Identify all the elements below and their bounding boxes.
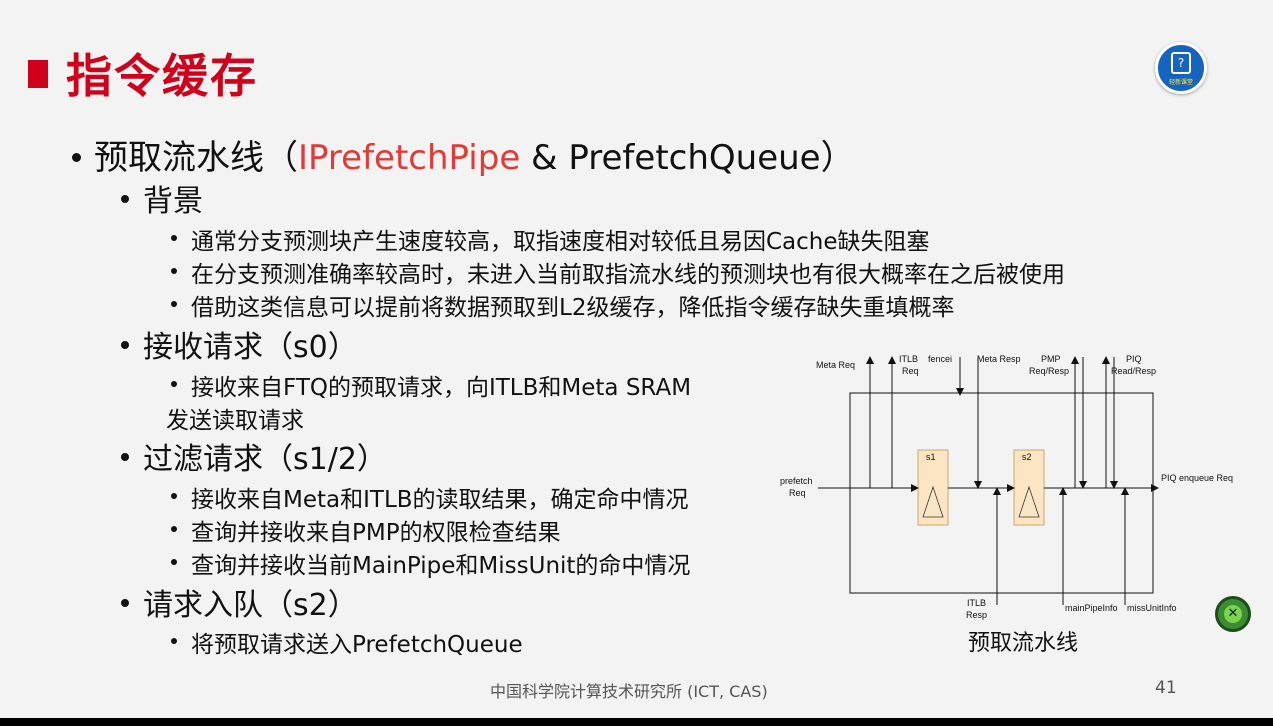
bullet-dot — [121, 453, 129, 461]
background-heading: 背景 — [143, 184, 203, 219]
edit-icon: ? — [1171, 52, 1191, 74]
receive-heading: 接收请求（s0） — [143, 330, 358, 365]
prefetch-pipeline-diagram: Meta Req ITLB Req fencei Meta Resp PMP R… — [778, 345, 1248, 620]
bullet-dot — [171, 638, 177, 644]
close-icon: ✕ — [1224, 605, 1242, 623]
label-fencei: fencei — [928, 354, 953, 364]
receive-item-line2: 发送读取请求 — [166, 408, 304, 434]
label-itlb-req-2: Req — [902, 366, 919, 376]
label-pmp-1: PMP — [1041, 354, 1061, 364]
main-bullet-highlight: IPrefetchPipe — [298, 138, 521, 178]
bullet-dot — [121, 599, 129, 607]
label-piq-2: Read/Resp — [1111, 366, 1157, 376]
slide: 指令缓存 ? 轻新课堂 预取流水线（IPrefetchPipe & Prefet… — [0, 0, 1273, 718]
bullet-dot — [171, 493, 177, 499]
bullet-dot — [171, 301, 177, 307]
label-prefetch-2: Req — [789, 488, 806, 498]
receive-item-line1: 接收来自FTQ的预取请求，向ITLB和Meta SRAM — [191, 375, 692, 401]
badge-caption: 轻新课堂 — [1168, 79, 1193, 86]
bullet-dot — [171, 268, 177, 274]
page-number: 41 — [1155, 678, 1177, 698]
label-miss-unit-info: missUnitInfo — [1127, 603, 1177, 613]
label-meta-req: Meta Req — [816, 360, 856, 370]
classroom-badge-icon[interactable]: ? 轻新课堂 — [1155, 42, 1207, 94]
label-itlb-resp-2: Resp — [966, 610, 988, 620]
enqueue-item: 将预取请求送入PrefetchQueue — [191, 632, 523, 658]
background-item: 借助这类信息可以提前将数据预取到L2级缓存，降低指令缓存缺失重填概率 — [191, 295, 955, 321]
filter-item: 查询并接收来自PMP的权限检查结果 — [191, 520, 561, 546]
close-button[interactable]: ✕ — [1215, 596, 1251, 632]
label-itlb-req-1: ITLB — [899, 354, 919, 364]
diagram-caption: 预取流水线 — [968, 631, 1079, 656]
label-pmp-2: Req/Resp — [1029, 366, 1070, 376]
label-s1: s1 — [926, 452, 936, 462]
label-piq-1: PIQ — [1126, 354, 1142, 364]
bullet-dot — [171, 526, 177, 532]
bullet-dot — [72, 153, 81, 162]
bullet-dot — [171, 235, 177, 241]
bullet-dot — [171, 559, 177, 565]
main-bullet-prefix: 预取流水线（ — [94, 138, 298, 178]
main-bullet-suffix: & PrefetchQueue） — [520, 138, 855, 178]
filter-item: 接收来自Meta和ITLB的读取结果，确定命中情况 — [191, 487, 689, 513]
label-meta-resp: Meta Resp — [977, 354, 1021, 364]
main-bullet: 预取流水线（IPrefetchPipe & PrefetchQueue） — [94, 130, 855, 179]
label-s2: s2 — [1022, 452, 1032, 462]
bullet-list: 预取流水线（IPrefetchPipe & PrefetchQueue） 背景 … — [0, 0, 1065, 660]
label-main-pipe-info: mainPipeInfo — [1065, 603, 1118, 613]
background-item: 在分支预测准确率较高时，未进入当前取指流水线的预测块也有很大概率在之后被使用 — [191, 262, 1065, 288]
bullet-dot — [121, 341, 129, 349]
label-itlb-resp-1: ITLB — [967, 598, 987, 608]
filter-item: 查询并接收当前MainPipe和MissUnit的命中情况 — [191, 553, 691, 579]
footer-institution: 中国科学院计算技术研究所 (ICT, CAS) — [490, 682, 768, 701]
label-prefetch-1: prefetch — [780, 476, 813, 486]
bullet-dot — [171, 381, 177, 387]
filter-heading: 过滤请求（s1/2） — [143, 442, 387, 477]
label-piq-enqueue: PIQ enqueue Req — [1161, 473, 1234, 483]
enqueue-heading: 请求入队（s2） — [143, 588, 358, 623]
pipeline-frame — [849, 392, 1154, 594]
background-item: 通常分支预测块产生速度较高，取指速度相对较低且易因Cache缺失阻塞 — [191, 229, 930, 255]
bullet-dot — [121, 195, 129, 203]
